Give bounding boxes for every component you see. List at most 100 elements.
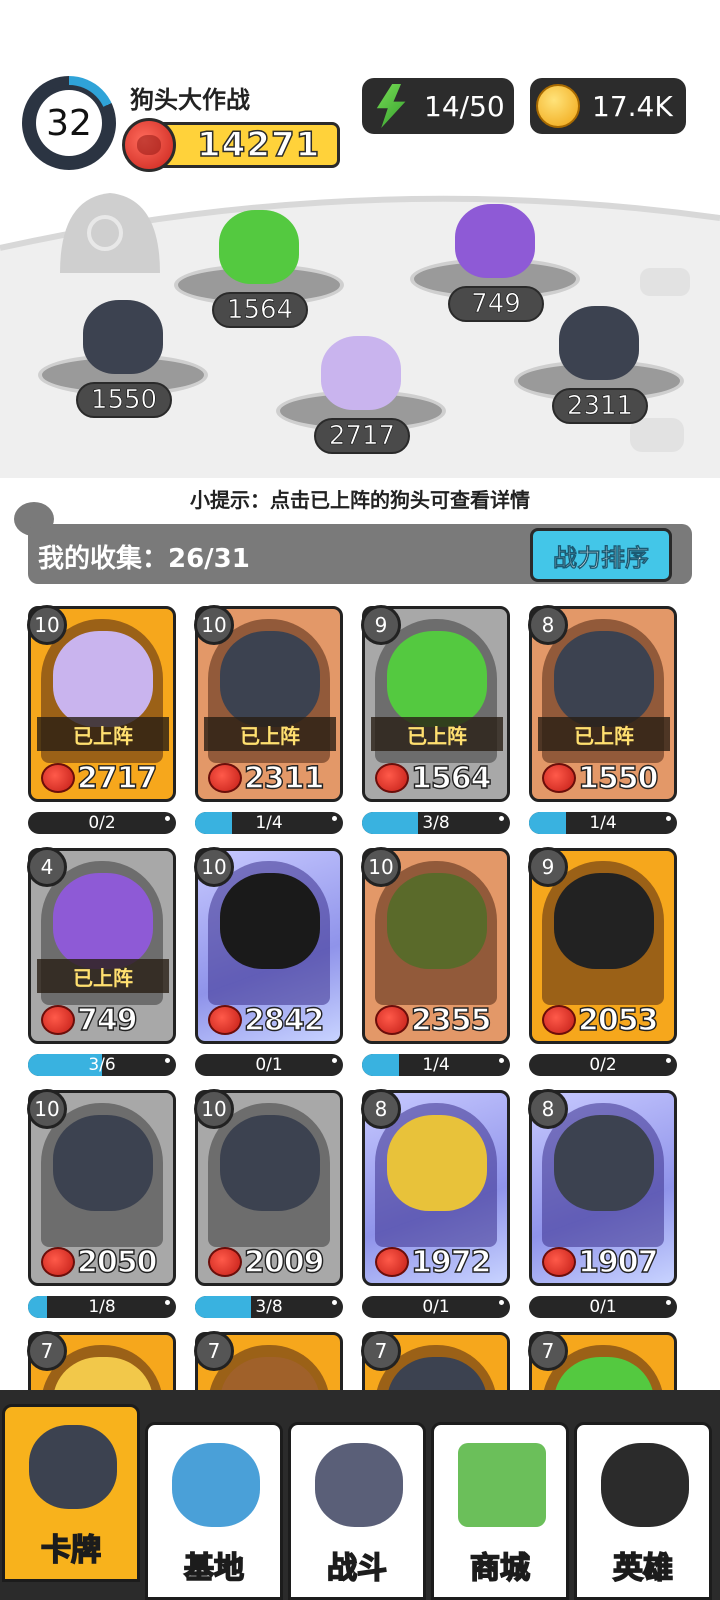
fist-icon [375,763,409,793]
nav-tab-label: 英雄 [612,1550,674,1587]
tip-text: 小提示：点击已上阵的狗头可查看详情 [190,488,530,512]
dog-head-icon [219,210,299,284]
card-progress: 1/8 [28,1296,176,1318]
dog-card[interactable]: 9 已上阵 1564 [361,605,510,802]
deployed-label: 已上阵 [538,717,670,751]
progress-text: 0/1 [255,1055,283,1075]
dog-portrait-icon [220,1115,320,1211]
card-power-value: 2053 [577,1002,659,1038]
level-ring[interactable]: 32 [22,76,116,170]
dog-head-icon [83,300,163,374]
dog-card[interactable]: 7 [528,1331,677,1390]
card-level: 7 [528,1331,568,1371]
slot-power: 2311 [552,388,648,424]
arena-slot[interactable]: 2717 [276,324,446,454]
card-level: 10 [361,847,401,887]
card-power-value: 749 [76,1002,138,1038]
dog-card[interactable]: 4 已上阵 749 [27,847,176,1044]
dog-card[interactable]: 7 [27,1331,176,1390]
sort-by-power-button[interactable]: 战力排序 [530,528,672,582]
bottom-nav: 卡牌 基地 战斗 商城 英雄 [0,1390,720,1600]
nav-tab[interactable]: 英雄 [574,1422,712,1600]
energy-pill[interactable]: 14/50 [362,78,514,134]
progress-text: 3/6 [88,1055,116,1075]
dog-card[interactable]: 10 2009 [194,1089,343,1286]
dog-card[interactable]: 10 已上阵 2717 [27,605,176,802]
card-level: 9 [528,847,568,887]
total-power: 14271 [150,122,340,168]
card-level: 10 [194,1089,234,1129]
fist-icon [542,1247,576,1277]
progress-text: 0/2 [589,1055,617,1075]
card-power: 1907 [542,1243,670,1281]
card-power-value: 1550 [577,760,659,796]
dog-card[interactable]: 8 1907 [528,1089,677,1286]
card-power: 2053 [542,1001,670,1039]
castle-icon [172,1443,260,1527]
card-power-value: 1907 [577,1244,659,1280]
fist-icon [41,1005,75,1035]
fist-icon [542,763,576,793]
card-progress: 1/4 [529,812,677,834]
progress-text: 1/4 [255,813,283,833]
dog-card[interactable]: 7 [194,1331,343,1390]
card-power: 749 [41,1001,169,1039]
dog-portrait-icon [387,1115,487,1211]
card-power: 2311 [208,759,336,797]
card-level: 9 [361,605,401,645]
dog-portrait-icon [554,631,654,727]
card-level: 4 [27,847,67,887]
dog-portrait-icon [554,873,654,969]
nav-tab[interactable]: 卡牌 [2,1404,140,1582]
card-power-value: 2717 [76,760,158,796]
dog-card[interactable]: 9 2053 [528,847,677,1044]
dog-card[interactable]: 10 2842 [194,847,343,1044]
progress-text: 1/4 [589,813,617,833]
nav-tab[interactable]: 基地 [145,1422,283,1600]
nav-tab[interactable]: 商城 [431,1422,569,1600]
dog-head-icon [321,336,401,410]
arena-slot[interactable]: 1550 [38,288,208,418]
nav-tab-label: 商城 [469,1550,531,1587]
arena-slot[interactable]: 2311 [514,294,684,424]
dog-head-icon [559,306,639,380]
paw-icon [315,1443,403,1527]
card-level: 8 [361,1089,401,1129]
dog-portrait-icon [554,1115,654,1211]
slot-power: 1550 [76,382,172,418]
money-icon [458,1443,546,1527]
card-grid[interactable]: 10 已上阵 2717 0/2 10 已上阵 2311 1/4 9 已上阵 1564 3/8 8 已上阵 1… [0,600,720,1390]
progress-text: 3/8 [255,1297,283,1317]
progress-text: 3/8 [422,813,450,833]
dog-card[interactable]: 10 2050 [27,1089,176,1286]
card-progress: 0/1 [362,1296,510,1318]
nav-tab[interactable]: 战斗 [288,1422,426,1600]
dog-card-icon [29,1425,117,1509]
card-progress: 3/6 [28,1054,176,1076]
dog-card[interactable]: 10 2355 [361,847,510,1044]
progress-text: 0/1 [589,1297,617,1317]
dog-card[interactable]: 7 [361,1331,510,1390]
card-level: 10 [27,605,67,645]
card-power-value: 2355 [410,1002,492,1038]
card-power: 1564 [375,759,503,797]
nav-tab-label: 基地 [183,1550,245,1587]
dog-card[interactable]: 10 已上阵 2311 [194,605,343,802]
dog-card[interactable]: 8 1972 [361,1089,510,1286]
deployed-label: 已上阵 [37,959,169,993]
deployed-label: 已上阵 [37,717,169,751]
card-progress: 1/4 [362,1054,510,1076]
fist-icon [208,1005,242,1035]
dog-card[interactable]: 8 已上阵 1550 [528,605,677,802]
dog-portrait-icon [387,873,487,969]
dog-portrait-icon [387,631,487,727]
fist-icon [41,763,75,793]
progress-text: 1/4 [422,1055,450,1075]
header: 32 狗头大作战 14271 14/50 17.4K [0,60,720,180]
card-power: 2355 [375,1001,503,1039]
card-power: 2009 [208,1243,336,1281]
coins-pill[interactable]: 17.4K [530,78,686,134]
dog-portrait-icon [53,631,153,727]
fist-icon [542,1005,576,1035]
card-progress: 1/4 [195,812,343,834]
